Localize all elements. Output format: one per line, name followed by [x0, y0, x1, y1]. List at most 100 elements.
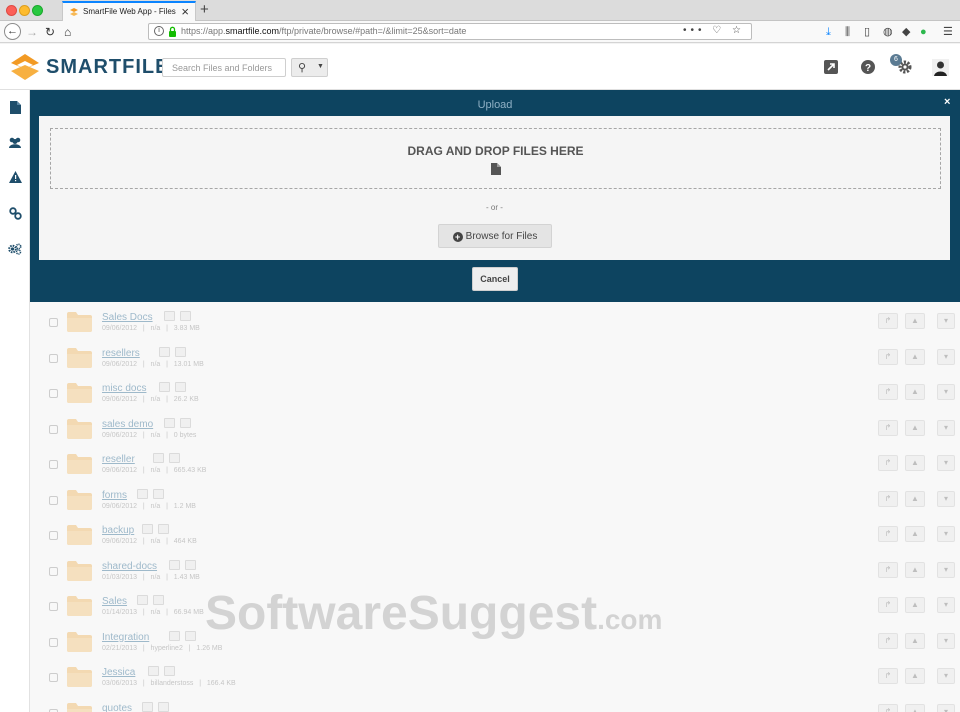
share-arrow-icon[interactable]: ↱ — [878, 632, 898, 649]
share-arrow-icon[interactable]: ↱ — [878, 455, 898, 471]
browser-tab-active[interactable]: SmartFile Web App - Files × — [62, 1, 196, 22]
file-row[interactable]: Sales Docs 09/06/2012 | n/a | 3.83 MB ↱ ▲ ▾ — [30, 304, 960, 340]
row-checkbox[interactable] — [49, 424, 58, 434]
download-icon[interactable] — [164, 311, 175, 321]
row-checkbox[interactable] — [49, 637, 58, 647]
warning-icon[interactable]: ▲ — [905, 455, 925, 471]
chevron-down-icon[interactable]: ▾ — [937, 526, 955, 542]
tab-close-icon[interactable]: × — [181, 4, 189, 19]
file-row[interactable]: shared-docs 01/03/2013 | n/a | 1.43 MB ↱ ▲ ▾ — [30, 553, 960, 589]
downloads-icon[interactable]: ⤓ — [826, 25, 831, 39]
share-arrow-icon[interactable]: ↱ — [878, 490, 898, 507]
edit-pencil-icon[interactable] — [158, 524, 170, 534]
warning-icon[interactable]: ▲ — [905, 384, 925, 400]
warning-icon[interactable]: ▲ — [905, 348, 925, 365]
share-arrow-icon[interactable]: ↱ — [878, 419, 898, 436]
chevron-down-icon[interactable]: ▾ — [937, 561, 955, 578]
warning-icon[interactable]: ▲ — [905, 526, 925, 542]
window-maximize-button[interactable] — [32, 5, 43, 16]
share-arrow-icon[interactable]: ↱ — [878, 313, 898, 329]
file-name-link[interactable]: backup — [102, 525, 134, 536]
edit-pencil-icon[interactable] — [185, 630, 197, 641]
warning-icon[interactable]: ▲ — [905, 419, 925, 436]
sidebar-item-alerts[interactable] — [0, 162, 30, 192]
forward-arrow-icon[interactable]: → — [26, 23, 38, 41]
sidebar-item-settings[interactable] — [0, 234, 30, 264]
row-checkbox[interactable] — [49, 460, 58, 469]
download-icon[interactable] — [142, 524, 154, 534]
chevron-down-icon[interactable]: ▾ — [937, 703, 955, 712]
row-checkbox[interactable] — [49, 673, 58, 682]
sidebar-item-users[interactable] — [0, 127, 30, 157]
file-row[interactable]: forms 09/06/2012 | n/a | 1.2 MB ↱ ▲ ▾ — [30, 482, 960, 518]
share-arrow-icon[interactable]: ↱ — [878, 348, 898, 365]
share-external-icon[interactable] — [823, 59, 839, 75]
help-icon[interactable]: ? — [860, 59, 876, 75]
share-arrow-icon[interactable]: ↱ — [878, 703, 898, 712]
download-icon[interactable] — [158, 346, 170, 357]
download-icon[interactable] — [137, 488, 148, 499]
file-name-link[interactable]: resellers — [102, 348, 140, 359]
warning-icon[interactable]: ▲ — [905, 668, 925, 684]
notification-badge[interactable]: 6 — [890, 54, 902, 66]
row-checkbox[interactable] — [49, 566, 58, 576]
window-close-button[interactable] — [6, 5, 17, 16]
share-arrow-icon[interactable]: ↱ — [878, 561, 898, 578]
share-arrow-icon[interactable]: ↱ — [878, 384, 898, 400]
row-checkbox[interactable] — [49, 353, 58, 363]
file-name-link[interactable]: Sales Docs — [102, 312, 153, 323]
chevron-down-icon[interactable]: ▾ — [937, 597, 955, 613]
chevron-down-icon[interactable]: ▾ — [937, 348, 955, 365]
file-name-link[interactable]: sales demo — [102, 419, 153, 430]
download-icon[interactable] — [164, 417, 175, 428]
warning-icon[interactable]: ▲ — [905, 597, 925, 613]
warning-icon[interactable]: ▲ — [905, 561, 925, 578]
file-row[interactable]: resellers 09/06/2012 | n/a | 13.01 MB ↱ ▲ ▾ — [30, 340, 960, 376]
row-checkbox[interactable] — [49, 708, 58, 712]
row-checkbox[interactable] — [49, 495, 58, 505]
edit-pencil-icon[interactable] — [180, 311, 191, 321]
share-arrow-icon[interactable]: ↱ — [878, 668, 898, 684]
chevron-down-icon[interactable]: ▾ — [937, 384, 955, 400]
window-minimize-button[interactable] — [19, 5, 30, 16]
chevron-down-icon[interactable]: ▾ — [937, 313, 955, 329]
extension-icon[interactable]: ◍ — [883, 25, 893, 39]
file-name-link[interactable]: Jessica — [102, 667, 135, 678]
file-row[interactable]: misc docs 09/06/2012 | n/a | 26.2 KB ↱ ▲ ▾ — [30, 375, 960, 411]
chevron-down-icon[interactable]: ▾ — [937, 455, 955, 471]
sidebar-toggle-icon[interactable]: ▯ — [864, 25, 870, 39]
chevron-down-icon[interactable]: ▾ — [937, 632, 955, 649]
menu-icon[interactable]: ☰ — [943, 25, 953, 39]
smartfile-logo-text[interactable]: SMARTFILE — [46, 56, 169, 79]
warning-icon[interactable]: ▲ — [905, 632, 925, 649]
row-checkbox[interactable] — [49, 318, 58, 327]
back-arrow-icon[interactable]: ← — [4, 23, 21, 40]
sidebar-item-files[interactable] — [0, 92, 30, 122]
file-name-link[interactable]: misc docs — [102, 383, 146, 394]
edit-pencil-icon[interactable] — [185, 559, 197, 570]
site-info-icon[interactable]: i — [154, 26, 164, 36]
reload-icon[interactable]: ↻ — [45, 23, 55, 41]
drop-zone[interactable]: DRAG AND DROP FILES HERE — [50, 128, 941, 189]
row-checkbox[interactable] — [49, 531, 58, 540]
download-icon[interactable] — [147, 666, 159, 676]
edit-pencil-icon[interactable] — [169, 453, 181, 463]
cancel-button[interactable]: Cancel — [472, 267, 518, 291]
search-button[interactable]: ⚲ ▼ — [291, 58, 328, 77]
user-avatar[interactable] — [932, 59, 949, 76]
edit-pencil-icon[interactable] — [153, 595, 164, 605]
file-row[interactable]: backup 09/06/2012 | n/a | 464 KB ↱ ▲ ▾ — [30, 517, 960, 553]
chevron-down-icon[interactable]: ▾ — [937, 419, 955, 436]
grammarly-icon[interactable]: ● — [920, 25, 927, 39]
edit-pencil-icon[interactable] — [174, 382, 186, 392]
file-row[interactable]: quotes ↱ ▲ ▾ — [30, 695, 960, 712]
warning-icon[interactable]: ▲ — [905, 313, 925, 329]
file-name-link[interactable]: reseller — [102, 454, 135, 465]
file-row[interactable]: Jessica 03/06/2013 | billanderstoss | 166… — [30, 659, 960, 695]
edit-pencil-icon[interactable] — [158, 701, 170, 712]
row-checkbox[interactable] — [49, 389, 58, 398]
file-name-link[interactable]: Integration — [102, 632, 149, 643]
download-icon[interactable] — [142, 701, 154, 712]
browse-files-button[interactable]: + Browse for Files — [438, 224, 552, 248]
download-icon[interactable] — [169, 559, 181, 570]
